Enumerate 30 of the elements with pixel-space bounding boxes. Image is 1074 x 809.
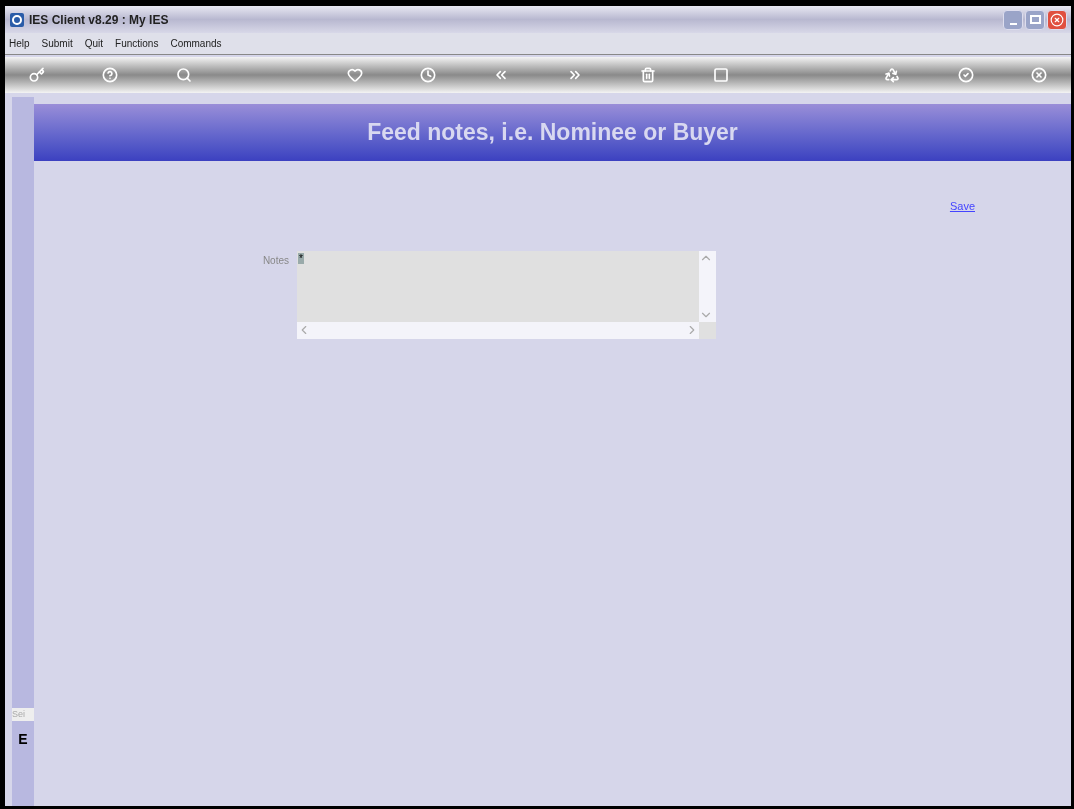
menu-item[interactable]: Commands [170, 36, 222, 51]
menu-item[interactable]: Functions [115, 36, 159, 51]
side-letter: E [18, 730, 28, 749]
menu-item[interactable]: Help [9, 36, 30, 51]
notes-text: * [298, 252, 304, 264]
heart-icon[interactable] [346, 67, 363, 83]
check-icon[interactable] [957, 67, 974, 83]
close-icon [1050, 12, 1064, 27]
key-icon[interactable] [29, 67, 45, 83]
side-label: Sei [12, 707, 34, 721]
square-icon[interactable] [713, 67, 730, 83]
menu-item[interactable]: Submit [41, 36, 73, 51]
help-icon[interactable] [102, 67, 119, 83]
search-icon[interactable] [175, 67, 192, 83]
bin-icon[interactable] [640, 67, 656, 83]
vertical-scrollbar[interactable] [699, 250, 716, 322]
close-button[interactable] [1047, 9, 1067, 30]
horizontal-scrollbar[interactable] [297, 321, 699, 339]
minimize-button[interactable] [1003, 9, 1023, 30]
notes-label: Notes [261, 253, 290, 268]
app-icon [9, 11, 25, 28]
close-icon[interactable] [1030, 67, 1047, 83]
maximize-button[interactable] [1025, 9, 1045, 30]
window-title: IES Client v8.29 : My IES [29, 11, 169, 29]
page-title: Feed notes, i.e. Nominee or Buyer [367, 118, 738, 148]
recycle-icon[interactable] [884, 67, 901, 83]
save-link[interactable]: Save [949, 198, 975, 215]
clock-icon[interactable] [419, 67, 436, 83]
notes-field[interactable]: * [297, 250, 716, 339]
menu-item[interactable]: Quit [84, 36, 104, 51]
